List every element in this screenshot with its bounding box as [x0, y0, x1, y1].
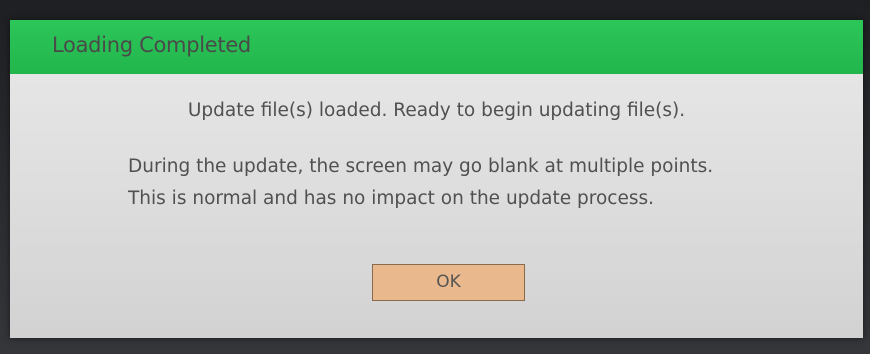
tv-screen: Loading Completed Update file(s) loaded.…: [0, 0, 870, 354]
dialog-body: During the update, the screen may go bla…: [128, 151, 713, 215]
dialog-headline: Update file(s) loaded. Ready to begin up…: [187, 100, 686, 121]
ok-button[interactable]: OK: [372, 264, 525, 301]
dialog-title: Loading Completed: [52, 33, 251, 57]
dialog-body-line: This is normal and has no impact on the …: [128, 188, 654, 209]
dialog-body-line: During the update, the screen may go bla…: [128, 156, 714, 177]
dialog-title-bar: Loading Completed: [10, 20, 863, 74]
loading-completed-dialog: Loading Completed Update file(s) loaded.…: [10, 20, 863, 338]
